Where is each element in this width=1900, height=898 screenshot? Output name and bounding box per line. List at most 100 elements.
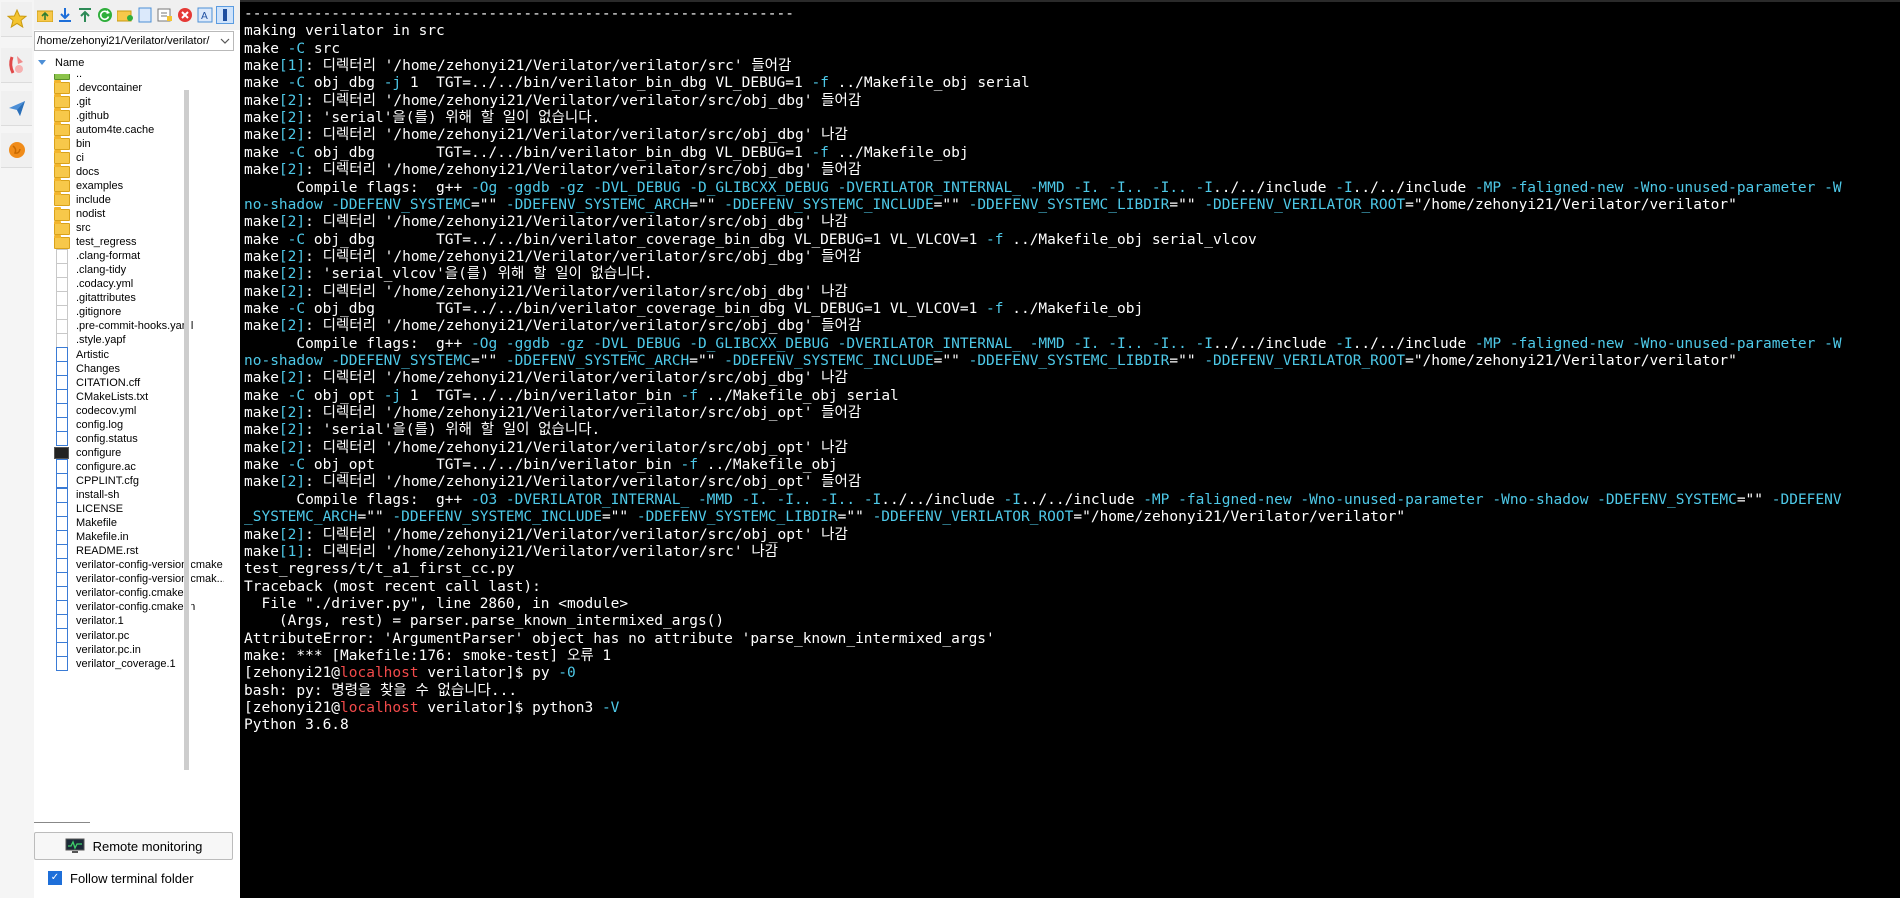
terminal-line: (Args, rest) = parser.parse_known_interm… — [244, 613, 724, 630]
terminal-line: make[2]: 디렉터리 '/home/zehonyi21/Verilator… — [244, 474, 861, 491]
terminal-text: _SYSTEMC_ARCH — [244, 509, 358, 526]
terminal-text: : 디렉터리 '/home/zehonyi21/Verilator/verila… — [305, 248, 862, 265]
download-icon[interactable] — [56, 6, 74, 24]
item-name: .clang-format — [76, 250, 141, 263]
collapse-arrow-icon[interactable] — [38, 57, 46, 69]
follow-terminal-toggle[interactable]: ✓ Follow terminal folder — [48, 868, 194, 888]
terminal-text: -0 — [558, 665, 576, 682]
item-name: .git — [76, 95, 91, 108]
terminal-text: no-shadow -DDEFENV_SYSTEMC — [244, 353, 471, 369]
up-folder-icon[interactable] — [36, 6, 54, 24]
item-name: test_regress — [76, 236, 137, 249]
terminal-text: test_regress/t/t_a1_first_cc.py — [244, 561, 515, 578]
terminal-text: : 'serial'을(를) 위해 할 일이 없습니다. — [305, 110, 601, 127]
terminal-line: make -C obj_dbg TGT=../../bin/verilator_… — [244, 232, 1257, 249]
delete-icon[interactable] — [176, 6, 194, 24]
upload-icon[interactable] — [76, 6, 94, 24]
refresh-icon[interactable] — [96, 6, 114, 24]
terminal-text: : 디렉터리 '/home/zehonyi21/Verilator/verila… — [305, 162, 862, 179]
star-icon[interactable] — [1, 2, 32, 37]
terminal-text: ../../include — [881, 491, 1004, 508]
terminal-line: make: *** [Makefile:176: smoke-test] 오류 … — [244, 648, 611, 665]
terminal-text: AttributeError: 'ArgumentParser' object … — [244, 630, 995, 647]
terminal-text: [2] — [278, 526, 306, 543]
item-name: .codacy.yml — [76, 278, 134, 291]
path-field[interactable] — [34, 31, 234, 51]
file-browser-panel: A Name ...devcontainer.git.githubautom4t… — [34, 0, 240, 898]
file-row[interactable]: verilator_coverage.1 — [54, 655, 224, 672]
item-name: docs — [76, 165, 100, 178]
tree-scrollbar-thumb[interactable] — [184, 90, 189, 770]
terminal-line: make[2]: 디렉터리 '/home/zehonyi21/Verilator… — [244, 405, 861, 422]
terminal-text: make — [244, 266, 279, 283]
terminal-text: -MP -faligned-new -Wno-unused-parameter … — [1143, 491, 1737, 508]
terminal-text: ../Makefile_obj — [1003, 300, 1144, 317]
path-input[interactable] — [37, 32, 215, 50]
terminal-text: -C — [287, 231, 306, 248]
item-name: verilator.pc.in — [76, 643, 141, 656]
terminal-text: -f — [811, 144, 829, 161]
item-name: .gitignore — [76, 306, 122, 319]
terminal-text: obj_dbg TGT=../../bin/verilator_coverage… — [305, 231, 987, 248]
terminal-line: Traceback (most recent call last): — [244, 579, 541, 596]
remote-monitoring-button[interactable]: Remote monitoring — [34, 832, 233, 860]
item-name: CITATION.cff — [76, 376, 141, 389]
terminal-text: make — [244, 474, 279, 491]
terminal-text: : 디렉터리 '/home/zehonyi21/Verilator/verila… — [305, 283, 848, 300]
new-file-icon[interactable] — [136, 6, 154, 24]
terminal-line: make[2]: 디렉터리 '/home/zehonyi21/Verilator… — [244, 127, 848, 144]
terminal-text: ="" — [1736, 491, 1772, 508]
terminal-text: make — [244, 405, 279, 422]
terminal-text: Compile flags: g++ — [244, 179, 471, 196]
terminal-text: make — [244, 370, 279, 387]
terminal-text: make — [244, 457, 288, 474]
rename-icon[interactable]: A — [196, 6, 214, 24]
terminal[interactable]: ----------------------------------------… — [240, 0, 1900, 898]
properties-icon[interactable] — [156, 6, 174, 24]
terminal-line: make[1]: 디렉터리 '/home/zehonyi21/Verilator… — [244, 58, 791, 75]
terminal-line: make -C obj_dbg TGT=../../bin/verilator_… — [244, 145, 969, 162]
terminal-text: -DDEFENV_SYSTEMC_INCLUDE — [724, 353, 934, 369]
terminal-text: : 디렉터리 '/home/zehonyi21/Verilator/verila… — [305, 214, 848, 231]
terminal-text: -C — [287, 144, 306, 161]
terminal-text: ="" — [689, 353, 725, 369]
terminal-text: make — [244, 318, 279, 335]
sftp-icon[interactable] — [1, 48, 32, 83]
terminal-text: Compile flags: g++ — [244, 491, 471, 508]
terminal-text: ../../include — [1352, 335, 1475, 352]
item-name: configure.ac — [76, 460, 136, 473]
terminal-text: -j — [383, 387, 402, 404]
terminal-text: : 디렉터리 '/home/zehonyi21/Verilator/verila… — [305, 405, 862, 422]
terminal-line: make[2]: 디렉터리 '/home/zehonyi21/Verilator… — [244, 162, 861, 179]
follow-terminal-checkbox[interactable]: ✓ — [48, 871, 62, 885]
terminal-line: make[2]: 디렉터리 '/home/zehonyi21/Verilator… — [244, 214, 848, 231]
column-name-header[interactable]: Name — [55, 57, 84, 69]
terminal-line: ----------------------------------------… — [244, 6, 794, 23]
terminal-text: ../Makefile_obj serial_vlcov — [1003, 231, 1257, 248]
terminal-text: -DDEFENV_SYSTEMC_LIBDIR — [968, 353, 1170, 369]
terminal-text: make — [244, 439, 279, 456]
terminal-text: make — [244, 58, 279, 75]
send-icon[interactable] — [1, 91, 32, 126]
terminal-text: ="/home/zehonyi21/Verilator/verilator" — [1073, 509, 1406, 526]
terminal-text: make — [244, 162, 279, 179]
globe-icon[interactable] — [1, 133, 32, 168]
terminal-text: -O3 -DVERILATOR_INTERNAL_ -MMD -I. -I.. … — [470, 491, 882, 508]
item-name: verilator.pc — [76, 629, 130, 642]
terminal-text: [2] — [278, 127, 306, 144]
item-name: .pre-commit-hooks.yaml — [76, 320, 194, 333]
terminal-text: Python 3.6.8 — [244, 717, 349, 734]
item-name: Makefile — [76, 517, 117, 530]
follow-terminal-label: Follow terminal folder — [70, 870, 194, 886]
terminal-text: make — [244, 40, 288, 57]
chevron-down-icon[interactable] — [217, 32, 233, 50]
terminal-text: ----------------------------------------… — [244, 6, 794, 22]
monitor-icon — [65, 838, 85, 854]
terminal-text: make — [244, 214, 279, 231]
terminal-sync-icon[interactable] — [216, 6, 234, 24]
new-folder-icon[interactable] — [116, 6, 134, 24]
terminal-line: make -C src — [244, 41, 340, 58]
item-name: verilator-config.cmake.in — [76, 601, 196, 614]
terminal-text: [1] — [278, 543, 306, 560]
side-strip — [0, 0, 35, 898]
